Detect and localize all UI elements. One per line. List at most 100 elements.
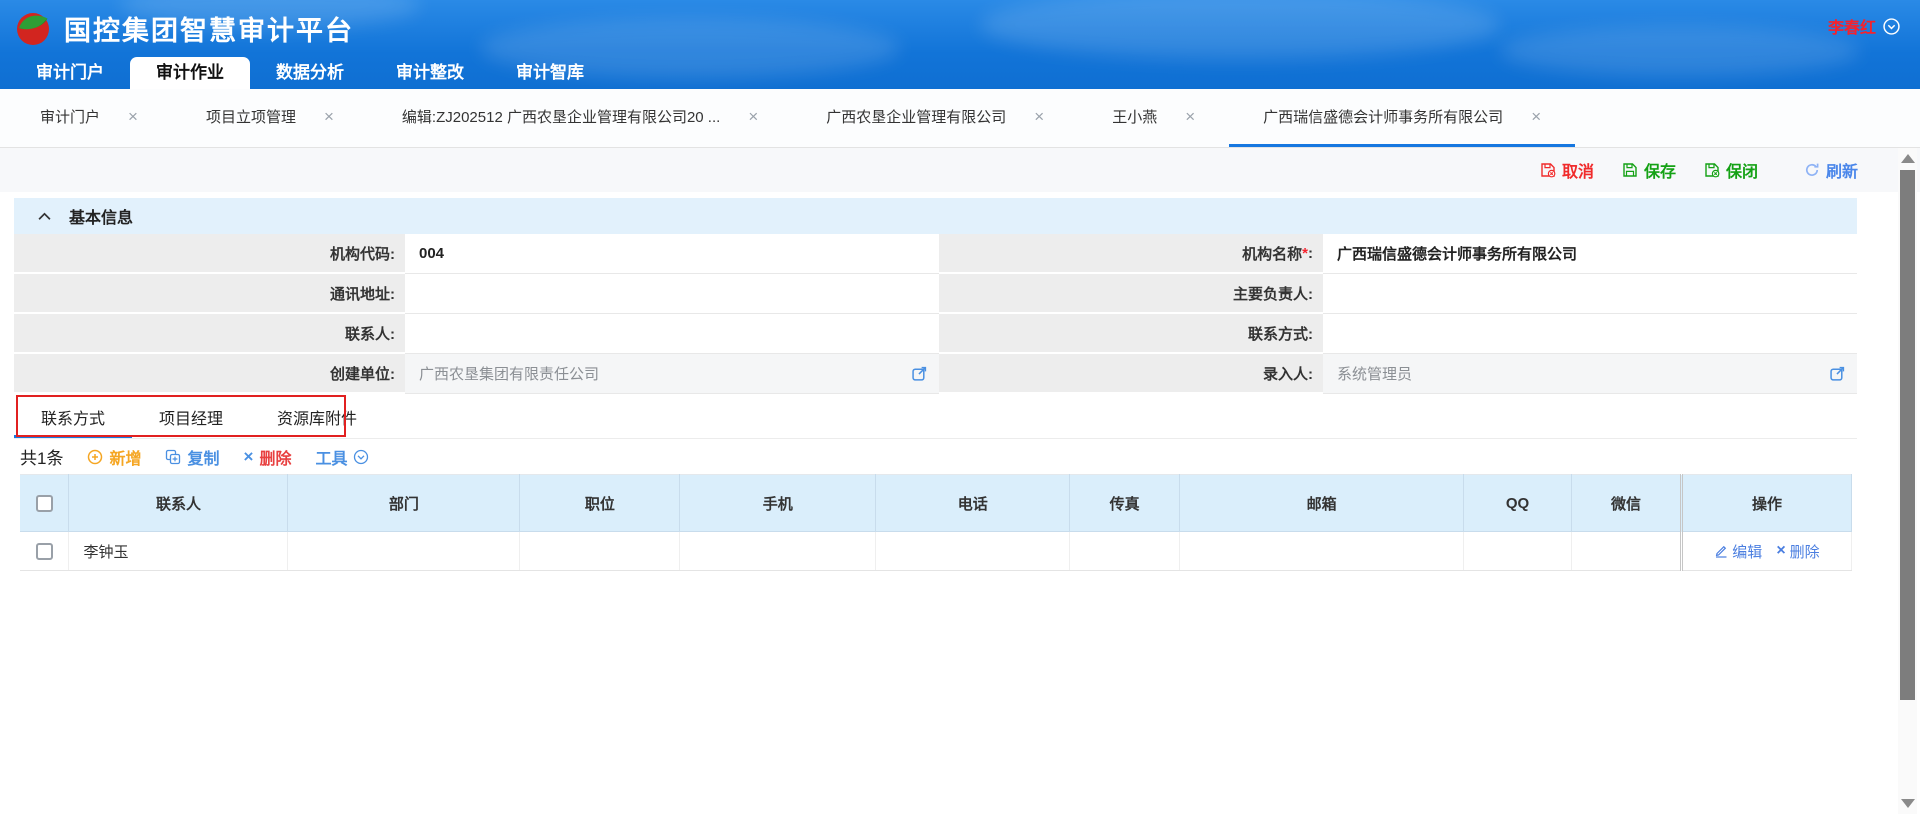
org-name-label: 机构名称*: [939, 234, 1323, 274]
doc-tab-wang-xiaoyan[interactable]: 王小燕 × [1078, 89, 1229, 147]
principal-label: 主要负责人: [939, 274, 1323, 314]
entry-person-value: 系统管理员 [1337, 363, 1412, 384]
doc-tab-label: 广西瑞信盛德会计师事务所有限公司 [1263, 106, 1503, 127]
org-name-label-text: 机构名称 [1242, 243, 1302, 264]
subtab-contact-methods[interactable]: 联系方式 [14, 398, 132, 438]
cell-qq [1464, 532, 1572, 571]
scroll-down-arrow[interactable] [1901, 799, 1915, 808]
delete-x-icon: × [244, 447, 254, 467]
cell-fax [1070, 532, 1180, 571]
col-position: 职位 [520, 475, 680, 532]
nav-item-audit-portal[interactable]: 审计门户 [10, 57, 130, 89]
add-button[interactable]: 新增 [87, 445, 141, 469]
contact-field[interactable] [405, 314, 939, 354]
table-toolbar: 共1条 新增 复制 × 删除 工具 [20, 439, 1920, 474]
save-label: 保存 [1644, 158, 1676, 182]
cell-email [1180, 532, 1464, 571]
select-all-header [20, 475, 69, 532]
tools-label: 工具 [315, 445, 347, 469]
doc-tab-label: 王小燕 [1112, 106, 1157, 127]
refresh-label: 刷新 [1826, 158, 1858, 182]
col-department: 部门 [288, 475, 520, 532]
save-button[interactable]: 保存 [1622, 158, 1676, 182]
app-header: 国控集团智慧审计平台 李春红 审计门户 审计作业 数据分析 审计整改 审计智库 [0, 0, 1920, 89]
cell-department [288, 532, 520, 571]
close-icon[interactable]: × [1531, 108, 1541, 125]
close-icon[interactable]: × [128, 108, 138, 125]
doc-tab-audit-portal[interactable]: 审计门户 × [6, 89, 172, 147]
col-fax: 传真 [1070, 475, 1180, 532]
scrollbar-thumb[interactable] [1900, 170, 1915, 700]
delete-label: 删除 [259, 445, 291, 469]
save-close-floppy-icon [1704, 162, 1720, 178]
edit-label: 编辑 [1732, 541, 1762, 562]
chevron-down-circle-icon [353, 449, 369, 465]
org-name-field[interactable]: 广西瑞信盛德会计师事务所有限公司 [1323, 234, 1857, 274]
copy-button[interactable]: 复制 [165, 445, 219, 469]
record-count: 共1条 [20, 444, 63, 469]
vertical-scrollbar[interactable] [1898, 148, 1917, 814]
external-link-icon[interactable] [1830, 366, 1845, 381]
create-unit-value: 广西农垦集团有限责任公司 [419, 363, 599, 384]
col-operations: 操作 [1681, 475, 1851, 532]
user-menu[interactable]: 李春红 [1828, 14, 1900, 38]
tools-button[interactable]: 工具 [315, 445, 369, 469]
nav-item-audit-rectify[interactable]: 审计整改 [370, 57, 490, 89]
col-wechat: 微信 [1572, 475, 1682, 532]
close-icon[interactable]: × [748, 108, 758, 125]
basic-info-form: 机构代码: 004 机构名称*: 广西瑞信盛德会计师事务所有限公司 通讯地址: … [14, 234, 1857, 394]
org-code-label: 机构代码: [14, 234, 405, 274]
external-link-icon[interactable] [912, 366, 927, 381]
doc-tab-edit-zj202512[interactable]: 编辑:ZJ202512 广西农垦企业管理有限公司20 ... × [368, 89, 792, 147]
nav-item-audit-knowledge[interactable]: 审计智库 [490, 57, 610, 89]
address-field[interactable] [405, 274, 939, 314]
cancel-button[interactable]: 取消 [1540, 158, 1594, 182]
delete-button[interactable]: × 删除 [244, 445, 292, 469]
cell-contact: 李钟玉 [69, 532, 288, 571]
org-code-field[interactable]: 004 [405, 234, 939, 274]
cell-phone [876, 532, 1070, 571]
cancel-floppy-icon [1540, 162, 1556, 178]
subtab-project-manager[interactable]: 项目经理 [132, 398, 250, 438]
app-logo-icon [16, 12, 50, 46]
plus-circle-icon [87, 449, 103, 465]
pencil-icon [1714, 544, 1728, 558]
contact-way-field[interactable] [1323, 314, 1857, 354]
row-checkbox[interactable] [36, 543, 53, 560]
doc-tab-label: 项目立项管理 [206, 106, 296, 127]
row-select-cell [20, 532, 69, 571]
basic-info-section-header[interactable]: 基本信息 [14, 198, 1857, 234]
org-name-value: 广西瑞信盛德会计师事务所有限公司 [1337, 243, 1577, 264]
address-label: 通讯地址: [14, 274, 405, 314]
close-icon[interactable]: × [1034, 108, 1044, 125]
nav-item-data-analysis[interactable]: 数据分析 [250, 57, 370, 89]
refresh-icon [1804, 162, 1820, 178]
table-row: 李钟玉 编辑 [20, 532, 1852, 571]
delete-row-button[interactable]: × 删除 [1776, 541, 1819, 562]
nav-item-audit-work[interactable]: 审计作业 [130, 57, 250, 89]
refresh-button[interactable]: 刷新 [1804, 158, 1858, 182]
doc-tab-gx-nongken-company[interactable]: 广西农垦企业管理有限公司 × [792, 89, 1078, 147]
entry-person-field: 系统管理员 [1323, 354, 1857, 394]
collapse-caret-icon[interactable] [38, 212, 51, 221]
close-icon[interactable]: × [324, 108, 334, 125]
save-close-button[interactable]: 保闭 [1704, 158, 1758, 182]
detail-subtabs: 联系方式 项目经理 资源库附件 [14, 398, 1857, 439]
save-close-label: 保闭 [1726, 158, 1758, 182]
scroll-up-arrow[interactable] [1901, 154, 1915, 163]
doc-tab-project-approval[interactable]: 项目立项管理 × [172, 89, 368, 147]
chevron-down-circle-icon[interactable] [1883, 18, 1900, 35]
cancel-label: 取消 [1562, 158, 1594, 182]
page-title: 国控集团智慧审计平台 [64, 9, 354, 48]
main-nav: 审计门户 审计作业 数据分析 审计整改 审计智库 [10, 57, 610, 89]
principal-field[interactable] [1323, 274, 1857, 314]
close-icon[interactable]: × [1185, 108, 1195, 125]
delete-x-icon: × [1776, 542, 1785, 560]
subtab-resource-attachments[interactable]: 资源库附件 [250, 398, 384, 438]
edit-row-button[interactable]: 编辑 [1714, 541, 1762, 562]
cell-position [520, 532, 680, 571]
main-content: 取消 保存 保闭 刷新 [0, 148, 1920, 839]
doc-tab-ruixin-shengde-firm[interactable]: 广西瑞信盛德会计师事务所有限公司 × [1229, 89, 1575, 147]
select-all-checkbox[interactable] [36, 495, 53, 512]
cell-operations: 编辑 × 删除 [1681, 532, 1851, 571]
